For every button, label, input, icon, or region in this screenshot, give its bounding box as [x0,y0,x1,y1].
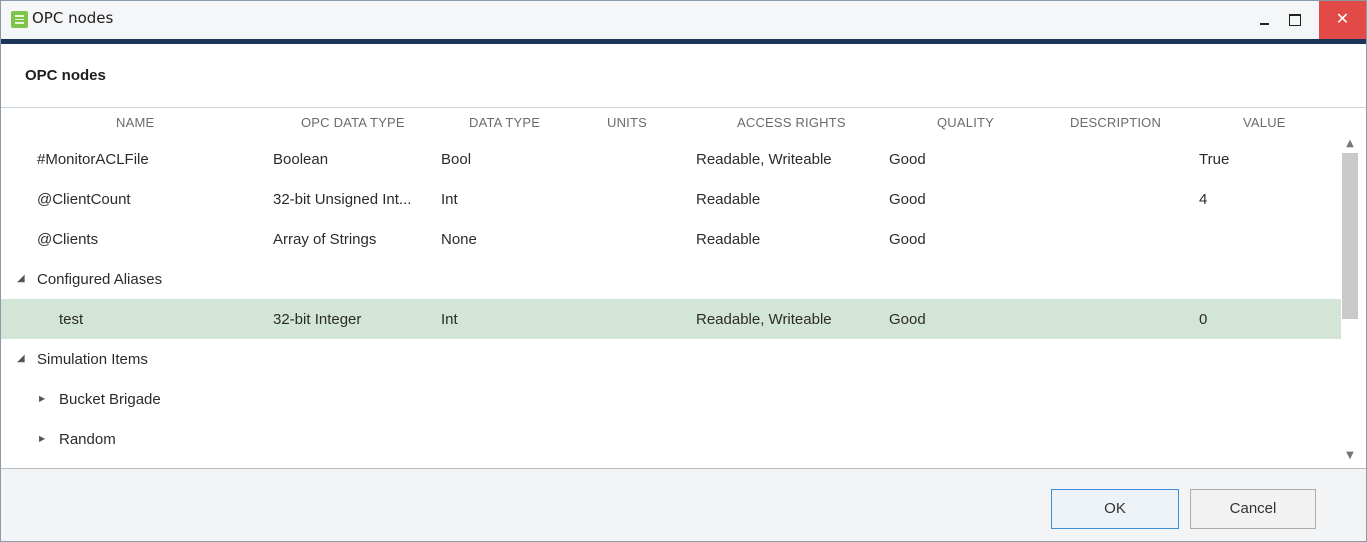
cell-name: @ClientCount [37,191,131,208]
table-row-selected[interactable]: test 32-bit Integer Int Readable, Writea… [1,299,1341,339]
group-label: Configured Aliases [37,271,163,288]
scroll-down-arrow-icon[interactable]: ▼ [1341,447,1359,465]
group-label: Simulation Items [37,351,148,368]
collapse-arrow-icon[interactable]: ◢ [17,273,25,284]
cell-data-type: None [441,231,477,248]
cell-access-rights: Readable, Writeable [696,311,832,328]
column-header-description[interactable]: DESCRIPTION [1070,115,1161,130]
cell-value: True [1199,151,1230,168]
table-row[interactable]: #MonitorACLFile Boolean Bool Readable, W… [1,139,1341,179]
column-header-data-type[interactable]: DATA TYPE [469,115,540,130]
column-header-units[interactable]: UNITS [607,115,647,130]
title-bar[interactable]: OPC nodes ✕ [1,1,1366,39]
tree-group-bucket-brigade[interactable]: ▶ Bucket Brigade [1,379,1341,419]
maximize-button[interactable] [1280,9,1310,31]
title-accent-line [1,39,1366,44]
column-header-opc-data-type[interactable]: OPC DATA TYPE [301,115,405,130]
cell-quality: Good [889,151,926,168]
expand-arrow-icon[interactable]: ▶ [39,434,45,443]
expand-arrow-icon[interactable]: ▶ [39,394,45,403]
cell-access-rights: Readable, Writeable [696,151,832,168]
tree-group-random[interactable]: ▶ Random [1,419,1341,459]
group-label: Bucket Brigade [59,391,161,408]
tree-group-simulation-items[interactable]: ◢ Simulation Items [1,339,1341,379]
cancel-button[interactable]: Cancel [1190,489,1316,529]
cell-data-type: Int [441,311,458,328]
header-divider [1,107,1366,108]
cell-opc-data-type: Array of Strings [273,231,377,248]
list-icon [11,11,28,28]
cell-access-rights: Readable [696,191,761,208]
cell-access-rights: Readable [696,231,761,248]
cell-quality: Good [889,191,926,208]
window-title: OPC nodes [32,9,114,27]
cell-opc-data-type: 32-bit Unsigned Int... [273,191,412,208]
group-label: Random [59,431,116,448]
cell-name: test [59,311,84,328]
cell-quality: Good [889,311,926,328]
cell-name: #MonitorACLFile [37,151,149,168]
cell-opc-data-type: 32-bit Integer [273,311,362,328]
column-header-value[interactable]: VALUE [1243,115,1286,130]
ok-button[interactable]: OK [1051,489,1179,529]
scrollbar-thumb[interactable] [1342,153,1358,319]
scroll-up-arrow-icon[interactable]: ▲ [1341,135,1359,153]
column-header-quality[interactable]: QUALITY [937,115,994,130]
table-row[interactable]: @ClientCount 32-bit Unsigned Int... Int … [1,179,1341,219]
column-header-access-rights[interactable]: ACCESS RIGHTS [737,115,846,130]
cell-data-type: Bool [441,151,472,168]
page-title: OPC nodes [25,67,106,84]
cell-quality: Good [889,231,926,248]
cell-name: @Clients [37,231,99,248]
minimize-button[interactable] [1250,9,1280,31]
collapse-arrow-icon[interactable]: ◢ [17,353,25,364]
cell-opc-data-type: Boolean [273,151,329,168]
cell-value: 4 [1199,191,1208,208]
table-row[interactable]: @Clients Array of Strings None Readable … [1,219,1341,259]
cell-data-type: Int [441,191,458,208]
node-list: #MonitorACLFile Boolean Bool Readable, W… [1,137,1341,467]
close-button[interactable]: ✕ [1319,1,1366,39]
opc-nodes-window: OPC nodes ✕ OPC nodes NAME OPC DATA TYPE… [0,0,1367,542]
column-header-name[interactable]: NAME [116,115,154,130]
tree-group-configured-aliases[interactable]: ◢ Configured Aliases [1,259,1341,299]
cell-value: 0 [1199,311,1208,328]
